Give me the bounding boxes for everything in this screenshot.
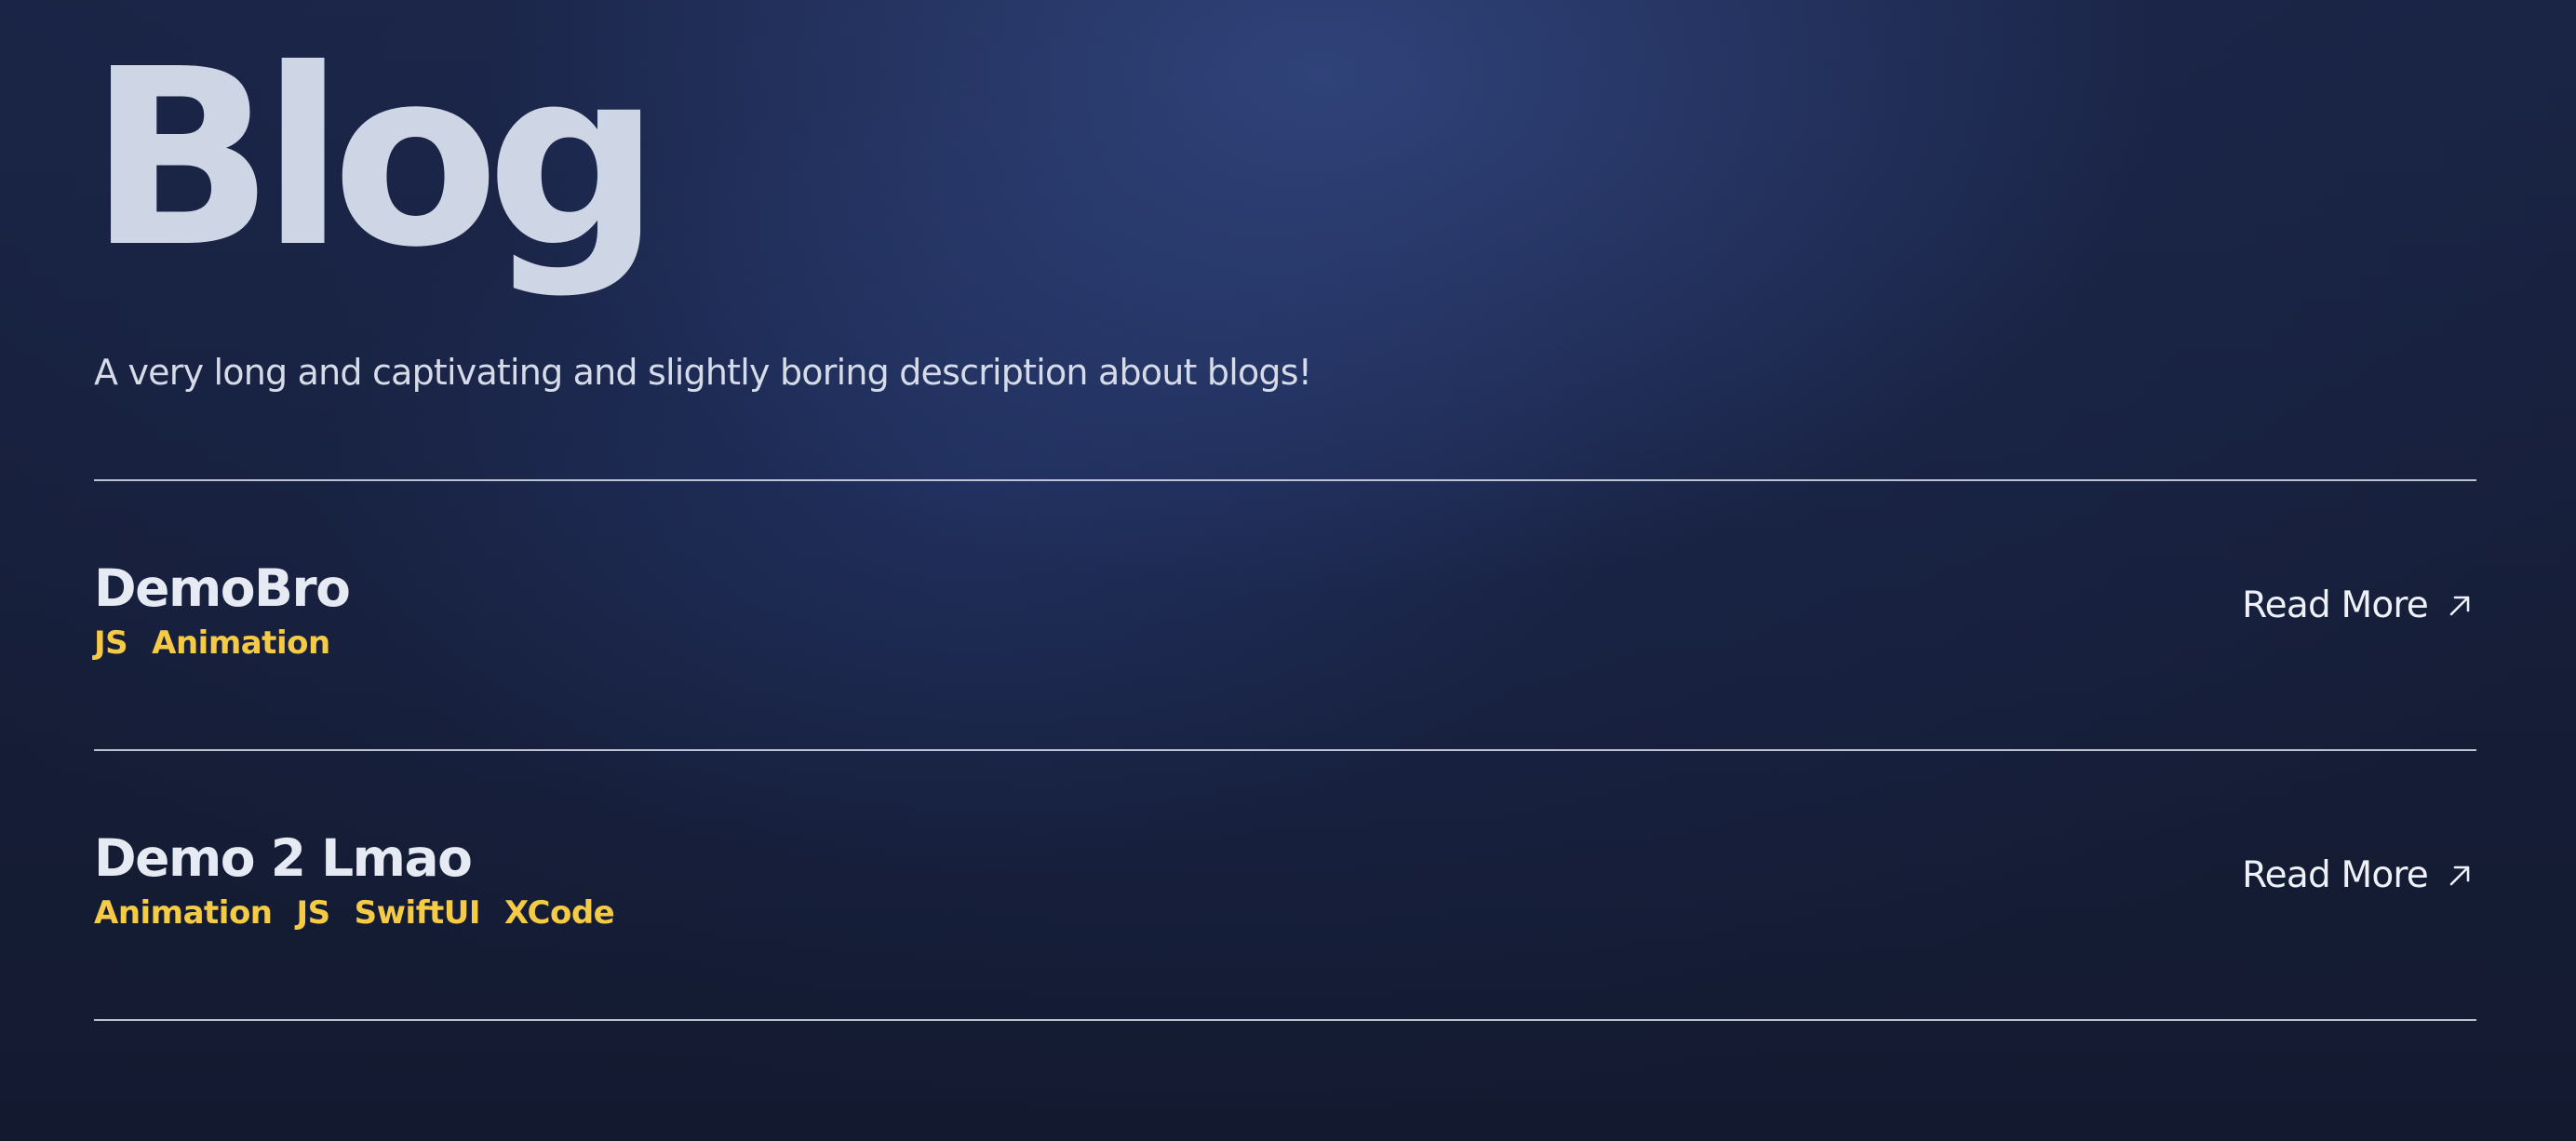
read-more-label: Read More bbox=[2242, 854, 2429, 896]
tag-list: Animation JS SwiftUI XCode bbox=[94, 893, 615, 933]
read-more-link[interactable]: Read More bbox=[2242, 852, 2473, 900]
tag-animation[interactable]: Animation bbox=[94, 893, 273, 933]
read-more-link[interactable]: Read More bbox=[2242, 582, 2473, 630]
tag-swiftui[interactable]: SwiftUI bbox=[355, 893, 481, 933]
page-title: Blog bbox=[88, 17, 661, 301]
divider bbox=[94, 1019, 2476, 1021]
divider bbox=[94, 749, 2476, 751]
arrow-up-right-icon bbox=[2449, 596, 2470, 616]
post-item-demo-2-lmao: Demo 2 Lmao Animation JS SwiftUI XCode R… bbox=[94, 826, 2476, 1095]
blog-page: Blog A very long and captivating and sli… bbox=[88, 0, 2476, 1141]
arrow-up-right-icon bbox=[2449, 866, 2470, 886]
post-item-demobro: DemoBro JS Animation Read More bbox=[94, 556, 2476, 826]
post-title[interactable]: Demo 2 Lmao bbox=[94, 826, 473, 891]
tag-js[interactable]: JS bbox=[297, 893, 331, 933]
tag-animation[interactable]: Animation bbox=[152, 623, 330, 664]
tag-js[interactable]: JS bbox=[94, 623, 128, 664]
divider bbox=[94, 479, 2476, 481]
read-more-label: Read More bbox=[2242, 584, 2429, 626]
tag-xcode[interactable]: XCode bbox=[504, 893, 615, 933]
tag-list: JS Animation bbox=[94, 623, 330, 664]
post-title[interactable]: DemoBro bbox=[94, 556, 351, 621]
page-description: A very long and captivating and slightly… bbox=[94, 352, 1312, 393]
